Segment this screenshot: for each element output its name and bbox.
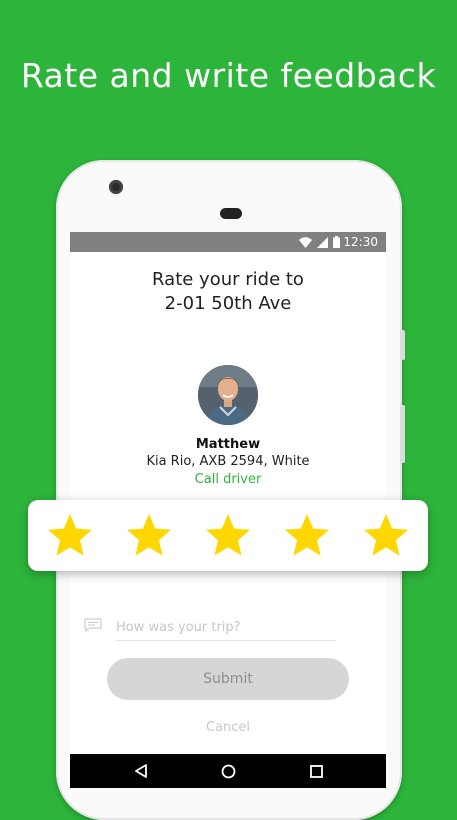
driver-avatar bbox=[198, 365, 258, 425]
back-icon bbox=[135, 764, 147, 778]
home-icon bbox=[221, 764, 235, 778]
driver-name: Matthew bbox=[195, 437, 261, 452]
android-nav-bar bbox=[70, 754, 386, 788]
star-rating-card bbox=[28, 500, 428, 571]
back-button[interactable] bbox=[121, 754, 161, 788]
star-icon[interactable] bbox=[282, 511, 332, 561]
volume-button bbox=[400, 330, 405, 360]
trip-feedback-input[interactable] bbox=[116, 614, 336, 641]
star-icon[interactable] bbox=[203, 511, 253, 561]
comment-icon bbox=[84, 618, 102, 632]
star-icon[interactable] bbox=[124, 511, 174, 561]
status-bar: 12:30 bbox=[70, 232, 386, 252]
rate-title: Rate your ride to 2-01 50th Ave bbox=[70, 268, 386, 316]
headline: Rate and write feedback bbox=[20, 56, 437, 95]
cell-signal-icon bbox=[317, 236, 328, 248]
submit-button[interactable]: Submit bbox=[107, 658, 349, 700]
wifi-icon bbox=[299, 236, 312, 248]
phone-speaker bbox=[220, 208, 242, 219]
star-icon[interactable] bbox=[45, 511, 95, 561]
rate-destination: 2-01 50th Ave bbox=[164, 293, 292, 314]
front-camera bbox=[109, 180, 123, 194]
rate-title-line1: Rate your ride to bbox=[152, 269, 304, 290]
star-icon[interactable] bbox=[361, 511, 411, 561]
power-button bbox=[400, 405, 405, 463]
recents-button[interactable] bbox=[296, 754, 336, 788]
battery-icon bbox=[333, 236, 340, 248]
status-time: 12:30 bbox=[343, 235, 378, 249]
status-icons bbox=[299, 236, 340, 248]
recents-icon bbox=[309, 764, 323, 778]
driver-car-info: Kia Rio, AXB 2594, White bbox=[146, 454, 310, 469]
cancel-link[interactable]: Cancel bbox=[70, 720, 386, 735]
call-driver-link[interactable]: Call driver bbox=[70, 472, 386, 487]
driver-photo bbox=[198, 365, 258, 425]
home-button[interactable] bbox=[208, 754, 248, 788]
